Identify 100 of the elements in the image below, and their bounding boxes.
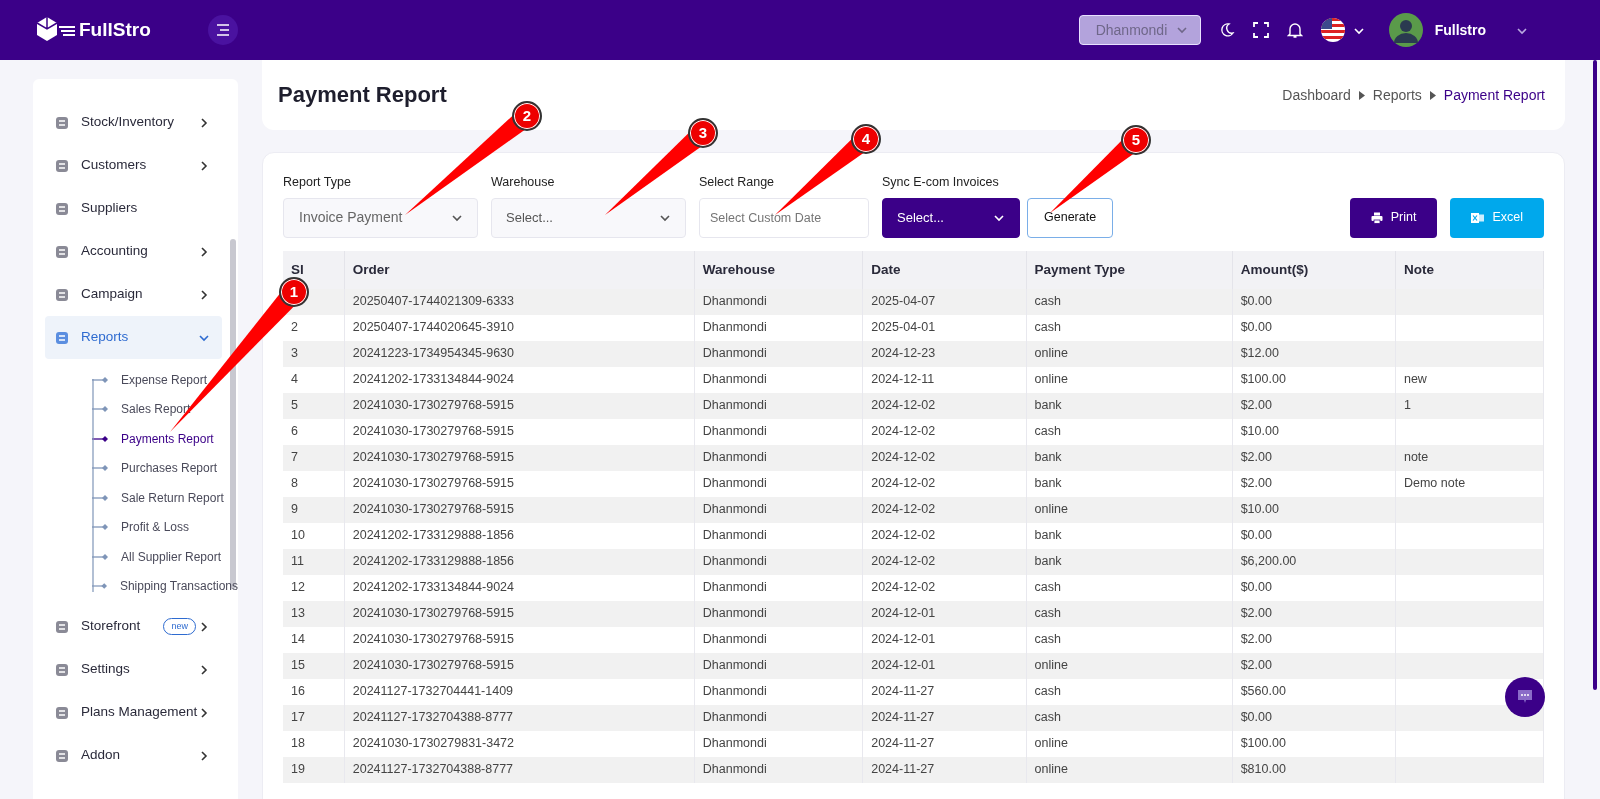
table-cell: 10 [291, 528, 305, 543]
table-cell: 2024-12-02 [871, 424, 936, 439]
chevron-icon [198, 288, 210, 301]
menu-icon [55, 158, 69, 173]
column-header: Payment Type [1026, 250, 1233, 289]
breadcrumb-link[interactable]: Dashboard [1282, 84, 1351, 106]
table-cell: 2 [291, 320, 298, 335]
table-cell: note [1403, 450, 1429, 465]
sidebar-item[interactable]: Stock/Inventory [45, 101, 222, 144]
fullscreen-icon[interactable] [1252, 22, 1269, 38]
table-cell: 20241030-1730279768-5915 [352, 398, 514, 413]
table-cell: 20241030-1730279831-3472 [352, 736, 514, 751]
table-cell: 2025-04-07 [871, 294, 936, 309]
sidebar-item[interactable]: Plans Management [45, 691, 222, 734]
caret-icon [1429, 90, 1436, 100]
table-cell: $0.00 [1240, 580, 1272, 595]
table-cell: bank [1034, 476, 1062, 491]
table-cell: 15 [291, 658, 305, 673]
page-title: Payment Report [278, 81, 447, 109]
table-cell: Dhanmondi [702, 424, 767, 439]
bell-icon[interactable] [1286, 21, 1303, 39]
column-header: Date [862, 250, 1026, 289]
table-cell: 17 [291, 710, 305, 725]
breadcrumb-link[interactable]: Reports [1372, 84, 1422, 106]
date-range-field[interactable]: Select Custom Date [699, 197, 869, 238]
field-label: Select Range [699, 174, 776, 191]
table-cell: Dhanmondi [702, 606, 767, 621]
sidebar-item[interactable]: Campaign [45, 273, 222, 316]
tree-branch-icon [92, 405, 110, 414]
table-cell: 20241127-1732704388-8777 [352, 710, 514, 725]
table-cell: Dhanmondi [702, 372, 767, 387]
user-name[interactable]: Fullstro [1434, 19, 1486, 41]
select-field[interactable]: Select... [491, 197, 686, 238]
moon-icon[interactable] [1218, 22, 1235, 38]
sidebar-item[interactable]: Settings [45, 648, 222, 691]
sidebar-item[interactable]: Suppliers [45, 187, 222, 230]
submenu-item[interactable]: Payments Report [93, 424, 238, 454]
table-cell: $6,200.00 [1240, 554, 1297, 569]
column-header: Amount($) [1232, 250, 1396, 289]
chevron-icon [198, 245, 210, 258]
sidebar-item[interactable]: Storefront new [45, 605, 222, 648]
table-cell: 2024-11-27 [871, 684, 935, 699]
submenu-item[interactable]: Expense Report [93, 365, 238, 395]
table-cell: 20241127-1732704441-1409 [352, 684, 514, 699]
table-cell: 2024-12-02 [871, 554, 936, 569]
table-cell: online [1034, 372, 1068, 387]
avatar[interactable] [1388, 13, 1423, 47]
table-cell: Dhanmondi [702, 450, 767, 465]
sidebar-item[interactable]: Accounting [45, 230, 222, 273]
table-cell: 20241202-1733129888-1856 [352, 528, 514, 543]
table-cell: $100.00 [1240, 372, 1286, 387]
menu-icon [55, 287, 69, 302]
table-cell: $0.00 [1240, 710, 1272, 725]
submenu-item[interactable]: Profit & Loss [93, 512, 238, 542]
table-cell: 18 [291, 736, 305, 751]
table-cell: 14 [291, 632, 305, 647]
table-cell: Dhanmondi [702, 398, 767, 413]
table-cell: cash [1034, 606, 1061, 621]
menu-icon [55, 330, 69, 345]
table-cell: $2.00 [1240, 450, 1272, 465]
flag-icon[interactable] [1320, 18, 1345, 42]
logo-text: FullStro [79, 17, 151, 42]
table-cell: cash [1034, 710, 1061, 725]
table-cell: 2024-12-02 [871, 528, 936, 543]
menu-toggle-button[interactable] [208, 15, 238, 45]
table-cell: Dhanmondi [702, 554, 767, 569]
generate-button[interactable]: Generate [1027, 197, 1114, 238]
table-cell: $2.00 [1240, 606, 1272, 621]
field-label: Sync E-com Invoices [882, 174, 1000, 191]
table-cell: Dhanmondi [702, 762, 767, 777]
table-cell: 12 [291, 580, 305, 595]
table-cell: 2025-04-01 [871, 320, 936, 335]
select-field[interactable]: Select... [882, 197, 1020, 238]
table-cell: 20241202-1733134844-9024 [352, 580, 514, 595]
submenu-item[interactable]: All Supplier Report [93, 542, 238, 572]
page-scrollbar[interactable] [1593, 60, 1597, 690]
table-cell: $0.00 [1240, 294, 1272, 309]
table-cell: 20250407-1744021309-6333 [352, 294, 514, 309]
submenu-item[interactable]: Sale Return Report [93, 483, 238, 513]
chevron-icon [198, 663, 210, 676]
table-cell: 2024-12-11 [871, 372, 935, 387]
submenu-item[interactable]: Shipping Transactions [93, 571, 238, 601]
tree-branch-icon [92, 434, 110, 443]
sidebar-item[interactable]: Addon [45, 734, 222, 777]
table-cell: online [1034, 762, 1068, 777]
select-field[interactable]: Invoice Payment [283, 197, 478, 238]
table-cell: Dhanmondi [702, 346, 767, 361]
sidebar-item[interactable]: Reports [45, 316, 222, 359]
breadcrumb-current: Payment Report [1443, 85, 1545, 105]
sidebar-item[interactable]: Customers [45, 144, 222, 187]
menu-icon [55, 244, 69, 259]
table-cell: bank [1034, 554, 1062, 569]
table-cell: 13 [291, 606, 305, 621]
table-cell: 2024-11-27 [871, 710, 935, 725]
table-cell: online [1034, 346, 1068, 361]
table-cell: Dhanmondi [702, 580, 767, 595]
print-button[interactable]: Print [1349, 197, 1438, 238]
submenu-item[interactable]: Purchases Report [93, 453, 238, 483]
table-cell: 20241030-1730279768-5915 [352, 606, 514, 621]
table-cell: 20241030-1730279768-5915 [352, 658, 514, 673]
